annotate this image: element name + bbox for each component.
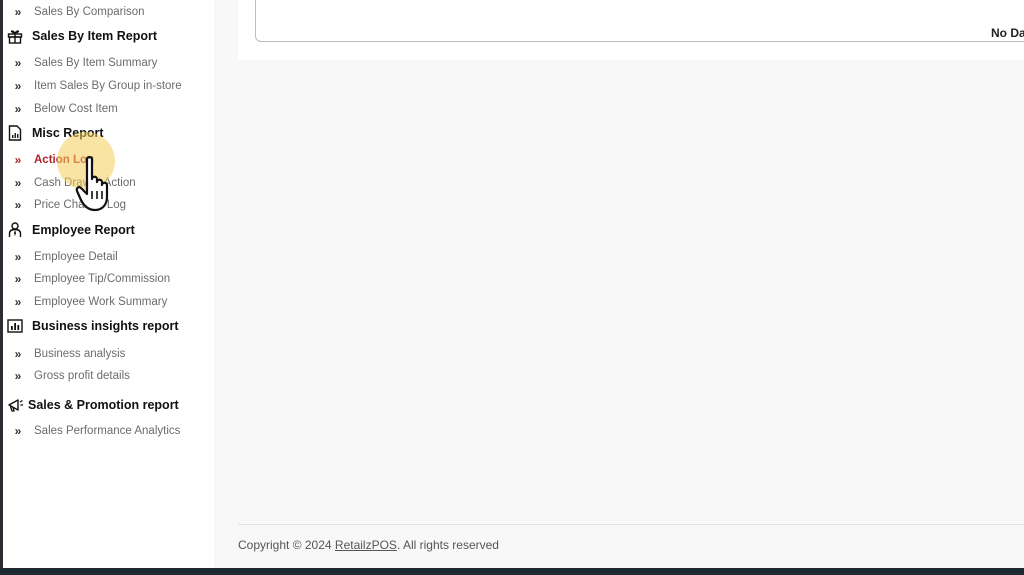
bar-chart-icon <box>7 319 23 333</box>
double-chevron-right-icon: » <box>14 198 22 212</box>
copyright-text: Copyright © 2024 <box>238 538 335 552</box>
double-chevron-right-icon: » <box>14 369 22 383</box>
sidebar-item-employee-work-summary[interactable]: » Employee Work Summary <box>10 293 168 311</box>
double-chevron-right-icon: » <box>14 424 22 438</box>
sidebar-item-label: Business analysis <box>34 348 126 360</box>
section-employee-report[interactable]: Employee Report <box>6 220 135 240</box>
brand-link[interactable]: RetailzPOS <box>335 538 397 552</box>
sidebar-item-label: Employee Work Summary <box>34 296 168 308</box>
hand-pointer-cursor-icon <box>75 156 109 212</box>
sidebar-item-gross-profit-details[interactable]: » Gross profit details <box>10 367 130 385</box>
employee-icon <box>8 222 22 237</box>
sidebar-item-sales-by-item-summary[interactable]: » Sales By Item Summary <box>10 54 158 72</box>
sidebar-item-employee-detail[interactable]: » Employee Detail <box>10 248 118 266</box>
sidebar-item-label: Item Sales By Group in-store <box>34 80 182 92</box>
sidebar-item-label: Sales Performance Analytics <box>34 425 181 437</box>
section-label: Sales By Item Report <box>32 29 158 43</box>
double-chevron-right-icon: » <box>14 347 22 361</box>
double-chevron-right-icon: » <box>14 102 22 116</box>
double-chevron-right-icon: » <box>14 272 22 286</box>
double-chevron-right-icon: » <box>14 153 22 167</box>
sidebar-item-sales-performance-analytics[interactable]: » Sales Performance Analytics <box>10 422 181 440</box>
double-chevron-right-icon: » <box>14 176 22 190</box>
sidebar-item-item-sales-by-group[interactable]: » Item Sales By Group in-store <box>10 77 182 95</box>
section-sales-by-item-report[interactable]: Sales By Item Report <box>6 26 157 46</box>
sidebar: » Sales By Comparison Sales By Item Repo… <box>3 0 214 568</box>
taskbar-edge <box>0 568 1024 575</box>
main-content: No Data Avai Copyright © 2024 RetailzPOS… <box>214 0 1024 568</box>
report-table-area: No Data Avai <box>255 0 1024 42</box>
gift-icon <box>7 30 23 44</box>
footer-divider <box>238 524 1024 525</box>
sidebar-item-label: Sales By Comparison <box>34 6 145 18</box>
rights-text: . All rights reserved <box>396 538 499 552</box>
double-chevron-right-icon: » <box>14 295 22 309</box>
megaphone-icon <box>8 399 23 412</box>
sidebar-item-business-analysis[interactable]: » Business analysis <box>10 345 126 363</box>
sidebar-item-label: Sales By Item Summary <box>34 57 158 69</box>
sidebar-item-below-cost-item[interactable]: » Below Cost Item <box>10 100 118 118</box>
sidebar-item-label: Gross profit details <box>34 370 130 382</box>
report-document-icon <box>8 125 22 141</box>
double-chevron-right-icon: » <box>14 56 22 70</box>
sidebar-item-employee-tip-commission[interactable]: » Employee Tip/Commission <box>10 270 170 288</box>
double-chevron-right-icon: » <box>14 5 22 19</box>
no-data-label: No Data Avai <box>991 26 1024 40</box>
sidebar-item-sales-by-comparison[interactable]: » Sales By Comparison <box>10 3 145 21</box>
section-label: Employee Report <box>32 223 135 237</box>
section-label: Sales & Promotion report <box>28 398 179 412</box>
section-label: Business insights report <box>32 319 179 333</box>
sidebar-item-label: Employee Detail <box>34 251 118 263</box>
double-chevron-right-icon: » <box>14 250 22 264</box>
double-chevron-right-icon: » <box>14 79 22 93</box>
section-sales-promotion-report[interactable]: Sales & Promotion report <box>6 395 179 415</box>
sidebar-item-label: Employee Tip/Commission <box>34 273 171 285</box>
sidebar-item-label: Below Cost Item <box>34 103 118 115</box>
report-card: No Data Avai <box>238 0 1024 60</box>
section-business-insights-report[interactable]: Business insights report <box>6 316 179 336</box>
footer: Copyright © 2024 RetailzPOS. All rights … <box>238 538 499 552</box>
